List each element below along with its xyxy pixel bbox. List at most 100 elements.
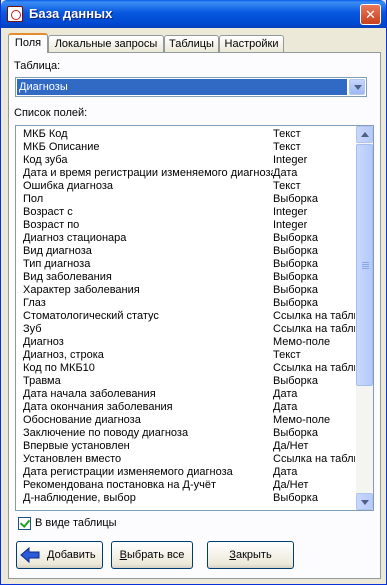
field-name: Характер заболевания	[23, 284, 140, 296]
list-item[interactable]: Заключение по поводу диагноза Выборка	[16, 427, 356, 440]
list-item[interactable]: МКБ Код Текст	[16, 128, 356, 141]
table-select[interactable]: Диагнозы	[15, 77, 367, 97]
scroll-down-button[interactable]	[356, 493, 373, 510]
table-view-checkbox[interactable]	[18, 517, 31, 530]
list-item[interactable]: Характер заболевания Выборка	[16, 284, 356, 297]
list-item[interactable]: Код зуба Integer	[16, 154, 356, 167]
database-window: База данных ✕ Поля Локальные запросы Таб…	[0, 0, 387, 585]
list-item[interactable]: Тип диагноза Выборка	[16, 258, 356, 271]
field-type: Ссылка на таблицу	[273, 310, 355, 322]
add-button-label: Добавить	[47, 549, 96, 561]
field-name: МКБ Описание	[23, 141, 100, 153]
field-name: Д-наблюдение, выбор	[23, 492, 136, 504]
field-type: Выборка	[273, 375, 318, 387]
title-bar[interactable]: База данных ✕	[1, 0, 386, 28]
field-name: Дата окончания заболевания	[23, 401, 173, 413]
field-type: Выборка	[273, 297, 318, 309]
scroll-up-button[interactable]	[356, 126, 373, 143]
list-item[interactable]: Стоматологический статус Ссылка на таблиц…	[16, 310, 356, 323]
field-name: Код зуба	[23, 154, 68, 166]
blue-left-arrow-icon	[20, 546, 40, 564]
tab-tables[interactable]: Таблицы	[164, 35, 219, 52]
field-type: Мемо-поле	[273, 336, 331, 348]
list-item[interactable]: Дата начала заболевания Дата	[16, 388, 356, 401]
list-item[interactable]: Дата окончания заболевания Дата	[16, 401, 356, 414]
fields-list[interactable]: МКБ Код Текст МКБ Описание Текст Код зуба Int…	[15, 125, 374, 511]
list-item[interactable]: Код по МКБ10 Ссылка на таблицу	[16, 362, 356, 375]
field-type: Дата	[273, 167, 298, 179]
field-type: Мемо-поле	[273, 414, 331, 426]
list-item[interactable]: Дата и время регистрации изменяемого диа…	[16, 167, 356, 180]
field-type: Выборка	[273, 492, 318, 504]
field-name: Заключение по поводу диагноза	[23, 427, 189, 439]
field-type: Выборка	[273, 232, 318, 244]
field-name: Диагноз, строка	[23, 349, 104, 361]
list-item[interactable]: Обоснование диагноза Мемо-поле	[16, 414, 356, 427]
list-item[interactable]: Вид диагноза Выборка	[16, 245, 356, 258]
field-type: Выборка	[273, 284, 318, 296]
field-type: Да/Нет	[273, 440, 309, 452]
field-type: Дата	[273, 388, 298, 400]
field-name: Дата и время регистрации изменяемого диа…	[23, 167, 273, 179]
list-item[interactable]: Диагноз стационара Выборка	[16, 232, 356, 245]
field-name: Пол	[23, 193, 44, 205]
field-name: Обоснование диагноза	[23, 414, 141, 426]
list-item[interactable]: Пол Выборка	[16, 193, 356, 206]
field-type: Текст	[273, 180, 301, 192]
chevron-down-icon[interactable]	[349, 79, 365, 95]
select-all-button-label: Выбрать все	[119, 549, 185, 561]
tab-fields[interactable]: Поля	[8, 33, 48, 53]
database-app-icon[interactable]	[7, 6, 23, 22]
list-item[interactable]: Установлен вместо Ссылка на таблицу	[16, 453, 356, 466]
table-select-value: Диагнозы	[17, 79, 347, 95]
field-name: Глаз	[23, 297, 46, 309]
field-type: Выборка	[273, 271, 318, 283]
field-name: Травма	[23, 375, 61, 387]
table-view-checkbox-label[interactable]: В виде таблицы	[35, 517, 117, 529]
field-name: Вид диагноза	[23, 245, 92, 257]
list-item[interactable]: Глаз Выборка	[16, 297, 356, 310]
list-item[interactable]: Диагноз, строка Текст	[16, 349, 356, 362]
list-item[interactable]: Вид заболевания Выборка	[16, 271, 356, 284]
list-item[interactable]: Травма Выборка	[16, 375, 356, 388]
list-item[interactable]: Рекомендована постановка на Д-учёт Да/Нет	[16, 479, 356, 492]
list-item[interactable]: Дата регистрации изменяемого диагноза Дат…	[16, 466, 356, 479]
field-type: Integer	[273, 154, 308, 166]
tab-settings[interactable]: Настройки	[219, 35, 284, 52]
grip-icon	[362, 262, 369, 270]
field-name: Тип диагноза	[23, 258, 91, 270]
fields-list-label: Список полей:	[14, 107, 88, 119]
field-type: Выборка	[273, 193, 318, 205]
field-type: Ссылка на таблицу	[273, 323, 355, 335]
field-type: Выборка	[273, 245, 318, 257]
select-all-button[interactable]: Выбрать все	[111, 541, 193, 569]
list-item[interactable]: Впервые установлен Да/Нет	[16, 440, 356, 453]
field-type: Текст	[273, 141, 301, 153]
field-name: Диагноз	[23, 336, 64, 348]
field-name: МКБ Код	[23, 128, 68, 140]
list-item[interactable]: Диагноз Мемо-поле	[16, 336, 356, 349]
add-button[interactable]: Добавить	[16, 541, 103, 569]
scroll-thumb[interactable]	[356, 144, 373, 386]
list-item[interactable]: Возраст по Integer	[16, 219, 356, 232]
list-item[interactable]: Д-наблюдение, выбор Выборка	[16, 492, 356, 505]
list-item[interactable]: Ошибка диагноза Текст	[16, 180, 356, 193]
list-item[interactable]: Зуб Ссылка на таблицу	[16, 323, 356, 336]
field-name: Возраст с	[23, 206, 73, 218]
field-type: Выборка	[273, 427, 318, 439]
close-button[interactable]: Закрыть	[207, 541, 294, 569]
field-type: Ссылка на таблицу	[273, 362, 355, 374]
list-item[interactable]: Возраст с Integer	[16, 206, 356, 219]
close-window-button[interactable]: ✕	[360, 4, 381, 25]
field-name: Вид заболевания	[23, 271, 112, 283]
close-button-label: Закрыть	[229, 549, 272, 561]
tab-local-queries[interactable]: Локальные запросы	[48, 35, 164, 52]
field-name: Ошибка диагноза	[23, 180, 113, 192]
table-select-label: Таблица:	[14, 60, 61, 72]
vertical-scrollbar[interactable]	[356, 126, 373, 510]
field-type: Integer	[273, 219, 308, 231]
field-type: Дата	[273, 466, 298, 478]
field-type: Дата	[273, 401, 298, 413]
field-type: Integer	[273, 206, 308, 218]
list-item[interactable]: МКБ Описание Текст	[16, 141, 356, 154]
